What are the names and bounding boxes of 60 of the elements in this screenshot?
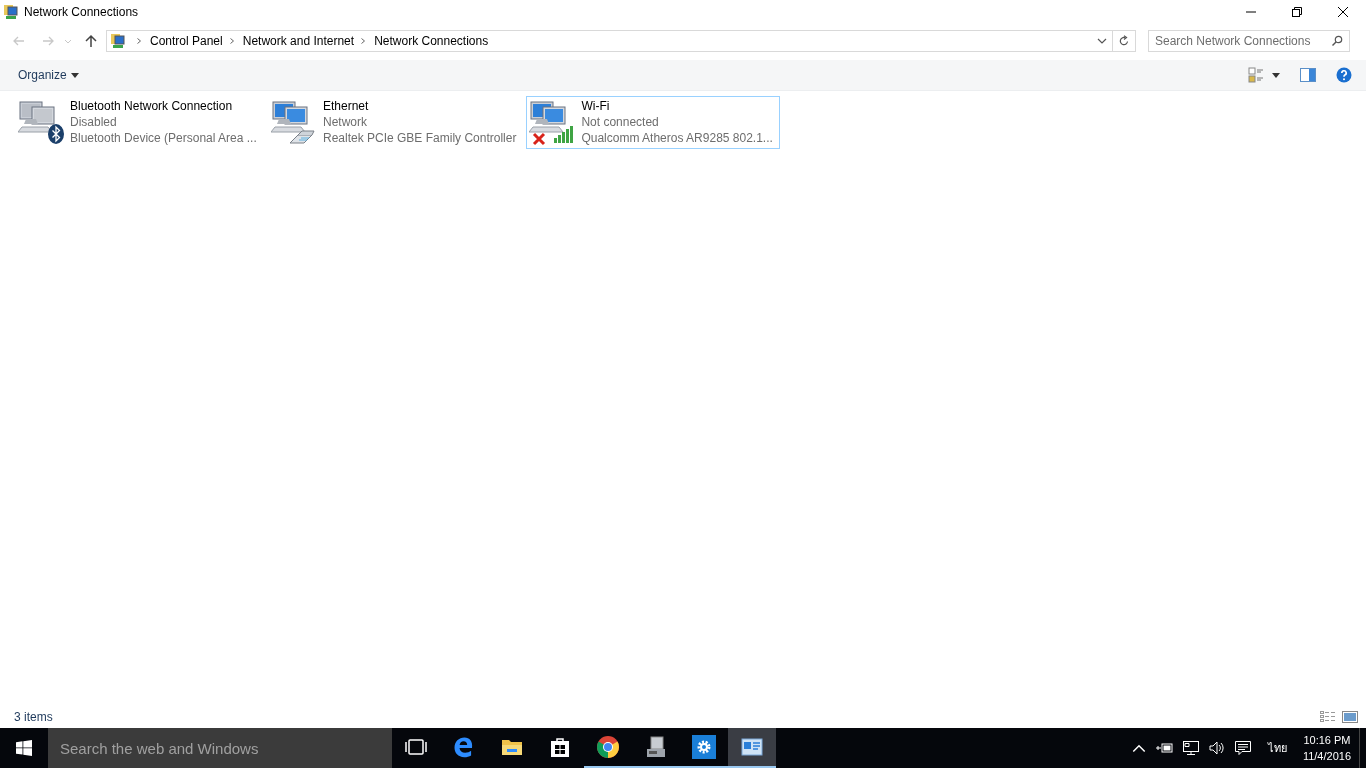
- adapter-name: Realtek PCIe GBE Family Controller: [323, 130, 517, 146]
- computer-icon: [18, 100, 58, 136]
- computer-icon: [271, 100, 311, 136]
- notification-icon[interactable]: [1233, 740, 1252, 756]
- chevron-icon[interactable]: [228, 37, 235, 45]
- chevron-icon[interactable]: [360, 37, 367, 45]
- error-x-icon: [532, 132, 547, 146]
- details-view-icon[interactable]: [1320, 711, 1336, 723]
- server-machine-icon: [644, 735, 668, 759]
- item-count: 3 items: [14, 710, 53, 724]
- restore-icon: [1291, 6, 1303, 18]
- breadcrumb-link[interactable]: Network and Internet: [242, 34, 355, 48]
- input-language[interactable]: ไทย: [1267, 739, 1287, 757]
- connection-status: Network: [323, 114, 368, 130]
- signal-bars-icon: [553, 126, 576, 144]
- network-window-icon: [740, 735, 764, 759]
- dropdown-triangle-icon: [70, 72, 79, 78]
- connection-name: Bluetooth Network Connection: [70, 98, 234, 114]
- connection-tile[interactable]: Wi-Fi Not connected Qualcomm Atheros AR9285 802.1...: [526, 96, 780, 149]
- change-view-icon[interactable]: [1248, 67, 1264, 83]
- refresh-icon[interactable]: [1118, 35, 1130, 47]
- network-window-icon: [3, 4, 19, 20]
- breadcrumb-link[interactable]: Control Panel: [150, 34, 223, 48]
- settings-icon: [692, 735, 716, 759]
- search-field[interactable]: Search Network Connections: [1148, 30, 1350, 52]
- shopping-bag-icon: [548, 735, 572, 759]
- connection-tile[interactable]: Bluetooth Network Connection Disabled Bluetooth Device (Personal Area ...: [15, 96, 265, 149]
- breadcrumb-link[interactable]: Network Connections: [374, 34, 489, 48]
- view-dropdown-icon[interactable]: [1272, 72, 1280, 78]
- connection-status: Not connected: [581, 114, 660, 130]
- speaker-icon[interactable]: [1207, 740, 1226, 756]
- search-icon: [1331, 35, 1343, 47]
- up-arrow-icon[interactable]: [84, 34, 98, 48]
- clock-time: 10:16 PM: [1303, 733, 1351, 748]
- dropdown-chevron-icon[interactable]: [1097, 37, 1107, 45]
- large-icons-view-icon[interactable]: [1342, 711, 1358, 723]
- close-icon: [1337, 6, 1349, 18]
- taskbar-search-field[interactable]: Search the web and Windows: [48, 728, 392, 768]
- address-bar[interactable]: Control Panel Network and Internet Network Connections: [106, 30, 1136, 52]
- bluetooth-icon: [48, 124, 64, 144]
- adapter-name: Qualcomm Atheros AR9285 802.1...: [581, 130, 773, 146]
- windows-logo-icon: [16, 740, 32, 756]
- clock-date: 11/4/2016: [1302, 749, 1351, 764]
- chrome-browser-icon: [596, 735, 620, 759]
- network-monitor-icon[interactable]: [1181, 740, 1200, 756]
- organize-menu-button[interactable]: Organize: [10, 66, 87, 84]
- chevron-icon[interactable]: [136, 37, 142, 45]
- help-icon[interactable]: [1336, 67, 1352, 83]
- connection-name: Wi-Fi: [581, 98, 611, 114]
- network-folder-icon: [110, 33, 126, 49]
- preview-pane-icon[interactable]: [1300, 67, 1316, 83]
- network-cable-icon: [289, 128, 315, 144]
- connection-status: Disabled: [70, 114, 118, 130]
- connection-tile[interactable]: Ethernet Network Realtek PCIe GBE Family Controller: [268, 96, 524, 149]
- adapter-name: Bluetooth Device (Personal Area ...: [70, 130, 257, 146]
- clock[interactable]: 10:16 PM 11/4/2016: [1294, 732, 1359, 764]
- battery-plug-icon[interactable]: [1155, 740, 1174, 756]
- connection-name: Ethernet: [323, 98, 370, 114]
- taskbar-app-button[interactable]: [728, 728, 776, 768]
- window-title: Network Connections: [24, 5, 139, 19]
